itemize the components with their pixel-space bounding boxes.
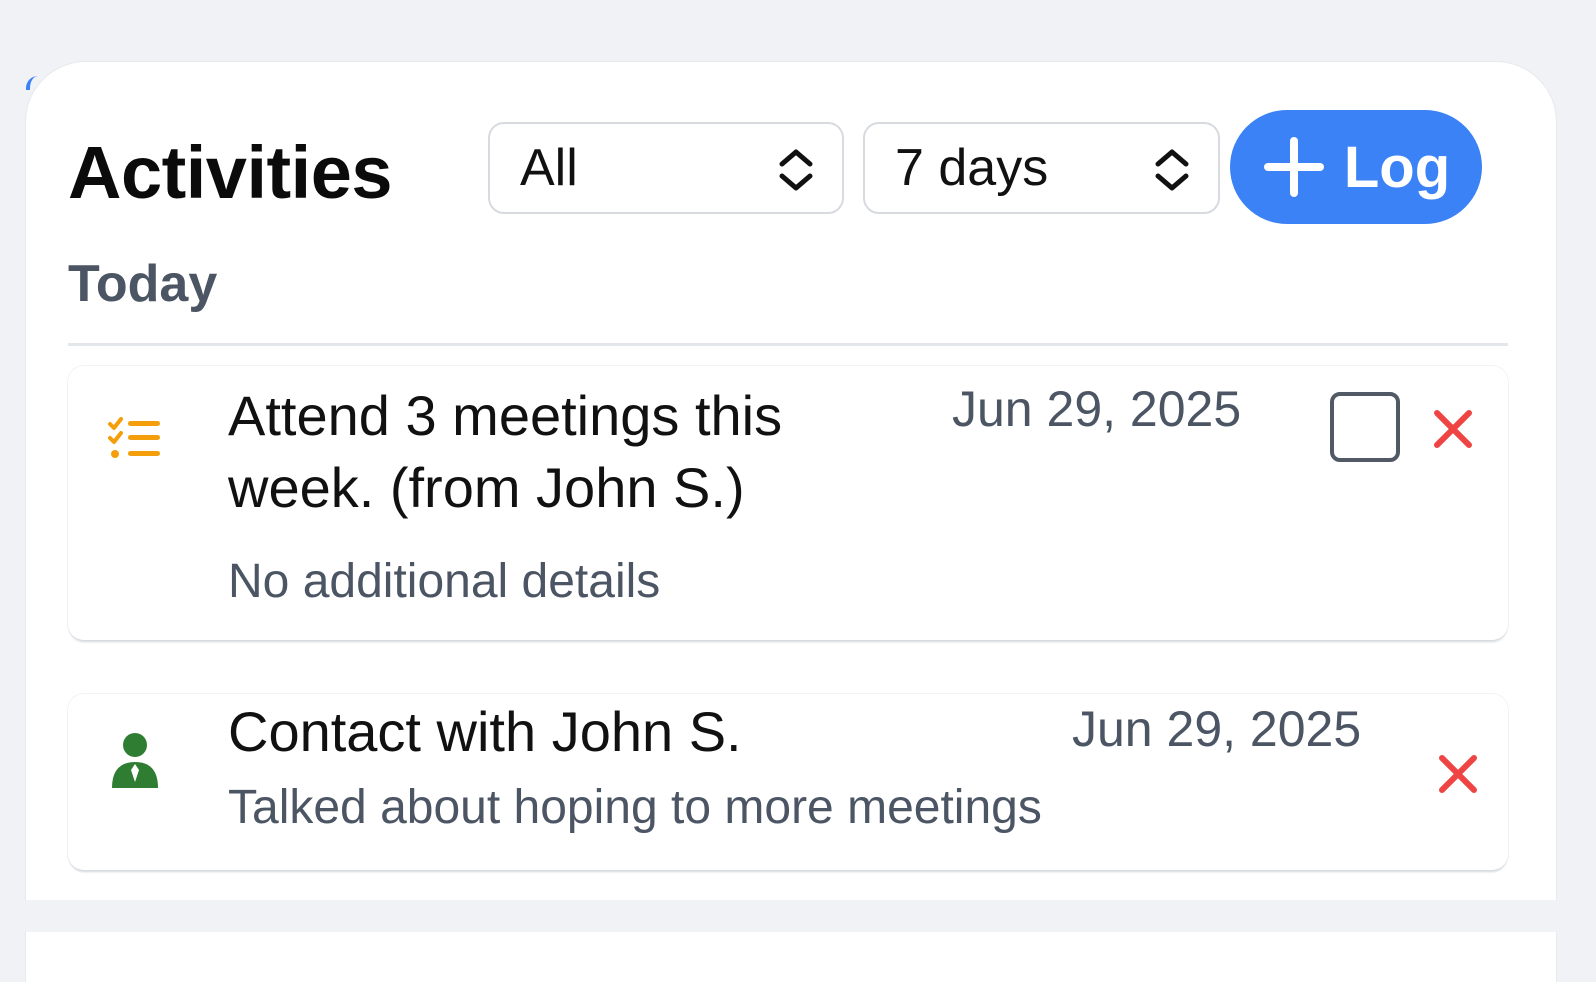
activities-header: Activities All 7 days Log — [68, 110, 1508, 228]
page-title: Activities — [68, 131, 393, 214]
activity-item: Attend 3 meetings this week. (from John … — [68, 366, 1508, 640]
log-activity-button[interactable]: Log — [1230, 110, 1482, 224]
panel-accent-edge — [26, 76, 38, 90]
page-background-strip — [0, 900, 1596, 932]
activity-title: Contact with John S. — [228, 700, 742, 763]
complete-checkbox[interactable] — [1330, 392, 1400, 462]
delete-icon[interactable] — [1431, 407, 1475, 451]
task-list-icon — [108, 417, 160, 458]
activity-type-select[interactable]: All — [488, 122, 844, 214]
log-button-label: Log — [1343, 134, 1451, 200]
date-range-select[interactable]: 7 days — [863, 122, 1220, 214]
chevron-up-down-icon — [1155, 149, 1189, 191]
plus-icon — [1263, 137, 1324, 197]
activity-date: Jun 29, 2025 — [952, 381, 1242, 437]
chevron-up-down-icon — [779, 149, 813, 191]
activity-item: Contact with John S. Jun 29, 2025 Talked… — [68, 694, 1508, 870]
section-divider — [68, 343, 1508, 346]
section-label-today: Today — [68, 255, 218, 313]
activity-type-selected: All — [520, 139, 578, 197]
contact-person-icon — [112, 733, 158, 788]
activity-details: No additional details — [228, 555, 661, 608]
activity-date: Jun 29, 2025 — [1072, 701, 1362, 757]
activity-title: Attend 3 meetings this week. (from John … — [228, 384, 783, 519]
date-range-selected: 7 days — [895, 139, 1049, 197]
activity-details: Talked about hoping to more meetings — [228, 781, 1042, 834]
delete-icon[interactable] — [1436, 752, 1480, 796]
